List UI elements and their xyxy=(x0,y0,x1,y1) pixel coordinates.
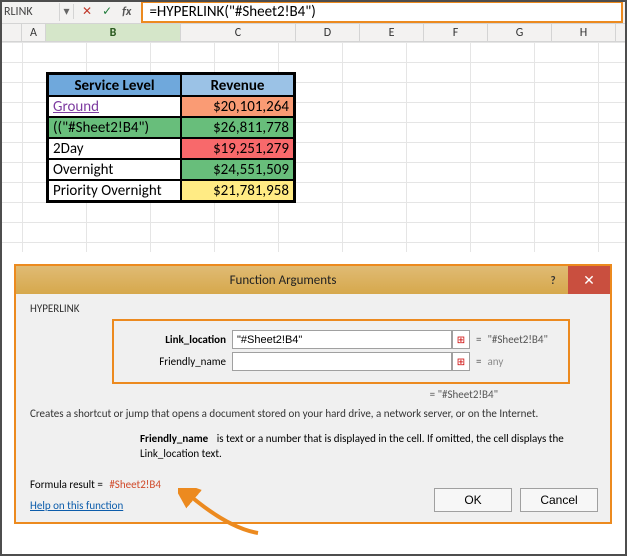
cell-service[interactable]: Overnight xyxy=(48,159,181,180)
cancel-button[interactable]: Cancel xyxy=(520,488,598,512)
cell-revenue[interactable]: $19,251,279 xyxy=(181,138,294,159)
table-row: Priority Overnight $21,781,958 xyxy=(48,180,294,201)
dialog-help-icon[interactable]: ? xyxy=(538,274,568,287)
dialog-close-icon[interactable]: ✕ xyxy=(568,266,610,294)
arg-row-friendly-name: Friendly_name ⊞ = any xyxy=(122,352,560,371)
column-header-D[interactable]: D xyxy=(296,24,360,41)
header-revenue: Revenue xyxy=(181,74,294,96)
param-desc-label: Friendly_name xyxy=(140,432,208,445)
data-table: Service Level Revenue Ground $20,101,264… xyxy=(46,72,296,203)
formula-bar: RLINK ▾ ✕ ✓ fx =HYPERLINK("#Sheet2!B4") xyxy=(0,0,627,24)
cell-revenue[interactable]: $24,551,509 xyxy=(181,159,294,180)
column-header-B[interactable]: B xyxy=(46,24,181,41)
cancel-icon[interactable]: ✕ xyxy=(82,4,92,19)
arg-row-link-location: Link_location ⊞ = "#Sheet2!B4" xyxy=(122,330,560,349)
table-row: Overnight $24,551,509 xyxy=(48,159,294,180)
formula-result-value: #Sheet2!B4 xyxy=(109,478,161,491)
arg-input-link-location[interactable] xyxy=(232,330,452,349)
cell-service[interactable]: Priority Overnight xyxy=(48,180,181,201)
function-name-label: HYPERLINK xyxy=(30,302,596,315)
ok-button[interactable]: OK xyxy=(434,488,512,512)
arg-input-friendly-name[interactable] xyxy=(232,352,452,371)
arg-label-link-location: Link_location xyxy=(122,333,232,346)
column-header-F[interactable]: F xyxy=(424,24,488,41)
dialog-title: Function Arguments xyxy=(28,273,538,288)
cell-revenue[interactable]: $20,101,264 xyxy=(181,96,294,117)
column-header-C[interactable]: C xyxy=(181,24,296,41)
header-service-level: Service Level xyxy=(48,74,181,96)
fx-icon[interactable]: fx xyxy=(122,5,131,19)
name-box-dropdown-icon[interactable]: ▾ xyxy=(60,4,74,19)
dialog-titlebar[interactable]: Function Arguments ? ✕ xyxy=(16,266,610,294)
cell-revenue[interactable]: $21,781,958 xyxy=(181,180,294,201)
cell-service[interactable]: Ground xyxy=(48,96,181,117)
dialog-buttons: OK Cancel xyxy=(434,488,598,512)
param-description: Friendly_name is text or a number that i… xyxy=(140,432,596,462)
column-header-H[interactable]: H xyxy=(552,24,616,41)
enter-icon[interactable]: ✓ xyxy=(102,4,112,19)
range-picker-icon[interactable]: ⊞ xyxy=(452,352,470,371)
table-row: Ground $20,101,264 xyxy=(48,96,294,117)
column-header-E[interactable]: E xyxy=(360,24,424,41)
column-headers: A B C D E F G H xyxy=(0,24,627,42)
select-all-corner[interactable] xyxy=(0,24,22,41)
column-header-A[interactable]: A xyxy=(22,24,46,41)
dialog-body: HYPERLINK Link_location ⊞ = "#Sheet2!B4"… xyxy=(16,294,610,522)
table-header-row: Service Level Revenue xyxy=(48,74,294,96)
arg-eval-friendly-name: any xyxy=(487,355,503,368)
cell-service-editing[interactable]: (("#Sheet2!B4") xyxy=(48,117,181,138)
equals-sign: = xyxy=(476,355,481,368)
cell-service[interactable]: 2Day xyxy=(48,138,181,159)
table-row: 2Day $19,251,279 xyxy=(48,138,294,159)
arg-label-friendly-name: Friendly_name xyxy=(122,355,232,368)
equals-sign: = xyxy=(476,333,481,346)
arg-eval-link-location: "#Sheet2!B4" xyxy=(487,333,547,346)
function-arguments-dialog: Function Arguments ? ✕ HYPERLINK Link_lo… xyxy=(14,264,612,524)
column-header-G[interactable]: G xyxy=(488,24,552,41)
range-picker-icon[interactable]: ⊞ xyxy=(452,330,470,349)
name-box[interactable]: RLINK xyxy=(0,3,60,21)
table-row: (("#Sheet2!B4") $26,811,778 xyxy=(48,117,294,138)
help-on-function-link[interactable]: Help on this function xyxy=(30,499,123,512)
worksheet-grid[interactable]: Service Level Revenue Ground $20,101,264… xyxy=(0,42,627,252)
formula-result-label: Formula result = xyxy=(30,478,103,491)
cell-revenue[interactable]: $26,811,778 xyxy=(181,117,294,138)
formula-bar-icons: ✕ ✓ fx xyxy=(74,4,139,19)
function-description: Creates a shortcut or jump that opens a … xyxy=(30,407,596,422)
formula-input[interactable]: =HYPERLINK("#Sheet2!B4") xyxy=(141,1,623,23)
arguments-block: Link_location ⊞ = "#Sheet2!B4" Friendly_… xyxy=(112,319,570,384)
evaluated-result: = "#Sheet2!B4" xyxy=(30,388,596,401)
formula-text: =HYPERLINK("#Sheet2!B4") xyxy=(149,3,315,21)
